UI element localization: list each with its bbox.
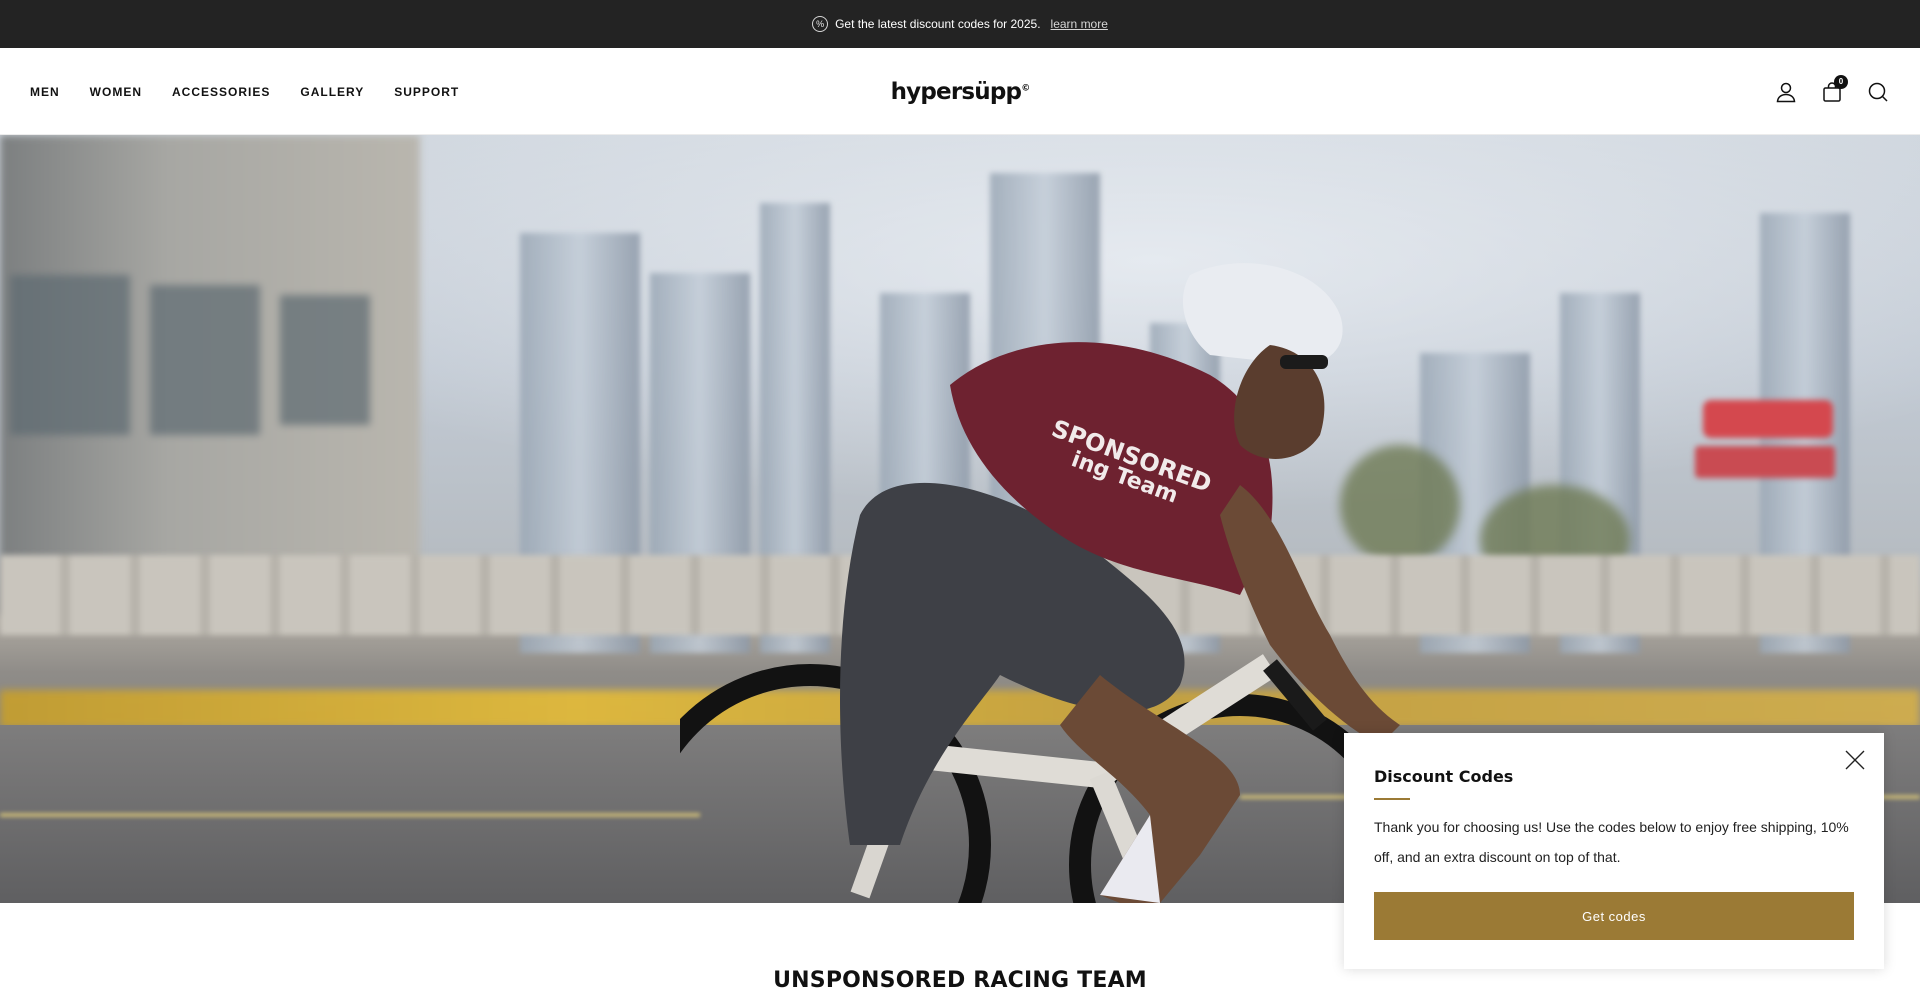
hero-sign	[1695, 400, 1835, 490]
section-title: UNSPONSORED RACING TEAM	[773, 968, 1147, 993]
popup-title-underline	[1374, 798, 1410, 800]
header-icons: 0	[1774, 48, 1890, 135]
learn-more-link[interactable]: learn more	[1051, 17, 1108, 31]
logo-mark: ©	[1021, 82, 1030, 93]
close-icon[interactable]	[1842, 747, 1868, 773]
cart-count-badge: 0	[1834, 74, 1848, 89]
percent-icon: %	[812, 16, 829, 32]
nav-accessories[interactable]: ACCESSORIES	[172, 85, 270, 99]
announcement-bar: % Get the latest discount codes for 2025…	[0, 0, 1920, 48]
logo-text: hypersüpp	[890, 78, 1022, 105]
hero-cyclist-illustration: SPONSORED ing Team	[680, 263, 1400, 903]
get-codes-button[interactable]: Get codes	[1374, 892, 1854, 940]
nav-support[interactable]: SUPPORT	[394, 85, 459, 99]
announcement-text: Get the latest discount codes for 2025.	[835, 17, 1041, 31]
site-header: MEN WOMEN ACCESSORIES GALLERY SUPPORT hy…	[0, 48, 1920, 135]
account-icon[interactable]	[1774, 80, 1798, 104]
nav-women[interactable]: WOMEN	[90, 85, 142, 99]
popup-title: Discount Codes	[1374, 767, 1514, 786]
discount-popup: Discount Codes Thank you for choosing us…	[1344, 733, 1884, 969]
hero-wall	[0, 135, 420, 615]
cart-icon[interactable]: 0	[1820, 74, 1848, 104]
popup-body: Thank you for choosing us! Use the codes…	[1374, 819, 1849, 865]
main-nav: MEN WOMEN ACCESSORIES GALLERY SUPPORT	[30, 48, 459, 135]
nav-gallery[interactable]: GALLERY	[300, 85, 364, 99]
search-icon[interactable]	[1866, 80, 1890, 104]
site-logo[interactable]: hypersüpp©	[890, 78, 1031, 105]
nav-men[interactable]: MEN	[30, 85, 60, 99]
